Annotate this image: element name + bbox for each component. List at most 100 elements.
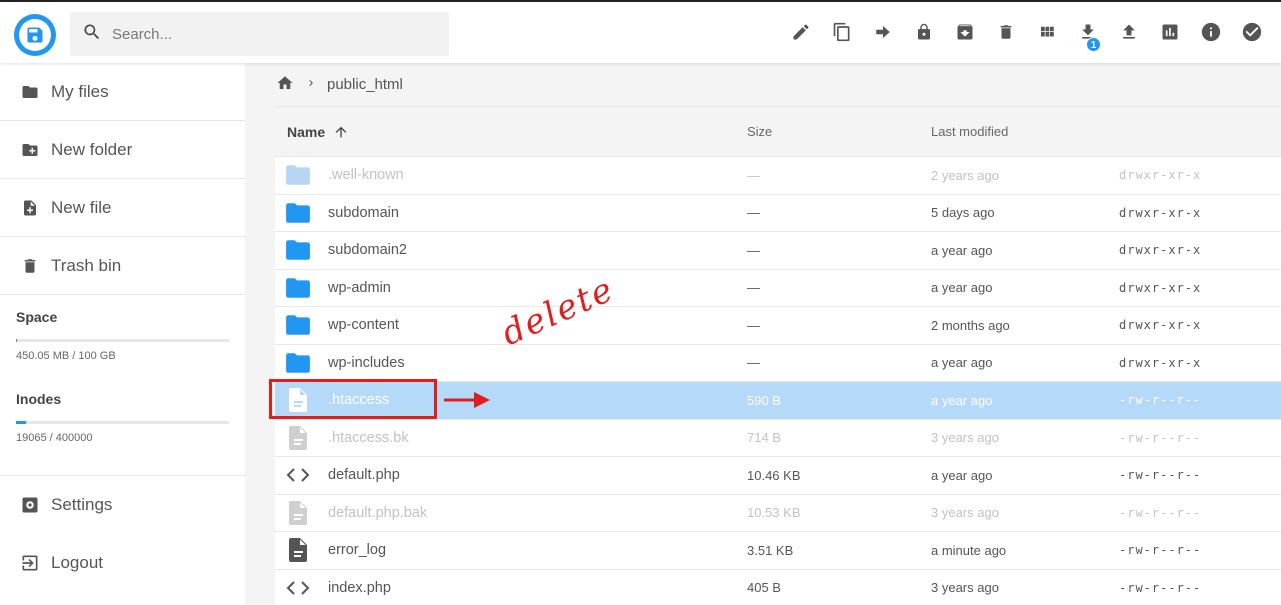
arrow-right-icon <box>874 23 892 46</box>
folder-icon <box>285 202 311 224</box>
file-permissions: drwxr-xr-x <box>1119 243 1202 258</box>
code-icon <box>285 577 311 599</box>
file-text-icon <box>285 538 311 563</box>
table-row[interactable]: wp-content — 2 months ago drwxr-xr-x <box>275 307 1281 345</box>
table-row[interactable]: error_log 3.51 KB a minute ago -rw-r--r-- <box>275 532 1281 570</box>
space-title: Space <box>16 309 58 325</box>
file-modified: 3 years ago <box>931 430 999 446</box>
inodes-text: 19065 / 400000 <box>16 432 93 444</box>
sidebar-item-settings[interactable]: Settings <box>0 476 245 534</box>
table-row[interactable]: index.php 405 B 3 years ago -rw-r--r-- <box>275 569 1281 605</box>
file-name-cell: default.php <box>275 464 747 486</box>
table-row[interactable]: .well-known — 2 years ago drwxr-xr-x <box>275 157 1281 195</box>
file-permissions: -rw-r--r-- <box>1119 543 1202 558</box>
file-size: 714 B <box>747 430 781 446</box>
sidebar-item-label: Settings <box>51 495 113 514</box>
sidebar-item-label: My files <box>51 81 109 101</box>
sidebar-item-logout[interactable]: Logout <box>0 534 245 592</box>
sidebar-item-label: Trash bin <box>51 255 122 275</box>
info-icon <box>1200 21 1222 48</box>
size-column-header[interactable]: Size <box>747 124 931 139</box>
select-button[interactable] <box>1237 20 1267 48</box>
file-name: subdomain <box>328 204 399 221</box>
table-row[interactable]: subdomain2 — a year ago drwxr-xr-x <box>275 232 1281 270</box>
info-button[interactable] <box>1196 20 1226 48</box>
file-name: .well-known <box>328 167 404 184</box>
upload-icon <box>1119 22 1139 47</box>
sidebar-item-my-files[interactable]: My files <box>0 63 245 121</box>
app-logo[interactable] <box>14 14 56 56</box>
table-row[interactable]: .htaccess 590 B a year ago -rw-r--r-- <box>275 382 1281 420</box>
file-name: wp-includes <box>328 354 405 371</box>
file-permissions: -rw-r--r-- <box>1119 468 1202 483</box>
move-button[interactable] <box>868 20 898 48</box>
file-permissions: -rw-r--r-- <box>1119 505 1202 520</box>
file-size: 10.53 KB <box>747 505 801 521</box>
file-icon <box>285 500 311 525</box>
table-header: Name Size Last modified <box>275 107 1281 157</box>
breadcrumb-current[interactable]: public_html <box>327 76 403 93</box>
file-permissions: drwxr-xr-x <box>1119 205 1202 220</box>
download-button[interactable]: 1 <box>1073 20 1103 52</box>
view-mode-button[interactable] <box>1032 20 1062 48</box>
sidebar-item-label: Logout <box>51 553 103 572</box>
archive-icon <box>955 22 975 47</box>
file-modified: 3 years ago <box>931 505 999 521</box>
sidebar-bottom: Settings Logout <box>0 475 245 592</box>
file-icon <box>285 425 311 450</box>
trash-icon <box>997 22 1015 47</box>
modified-column-header[interactable]: Last modified <box>931 124 1119 139</box>
download-count-badge: 1 <box>1086 37 1101 52</box>
file-modified: a year ago <box>931 467 993 483</box>
file-name: default.php <box>328 467 400 484</box>
file-name: subdomain2 <box>328 242 407 259</box>
folder-plus-icon <box>20 140 40 160</box>
file-size: 3.51 KB <box>747 542 794 558</box>
file-plus-icon <box>20 198 40 218</box>
space-text: 450.05 MB / 100 GB <box>16 350 116 362</box>
search-input[interactable] <box>112 25 432 43</box>
file-name: .htaccess <box>328 392 390 409</box>
usage-button[interactable] <box>1155 20 1185 48</box>
search-icon <box>82 22 102 47</box>
permissions-button[interactable] <box>909 20 939 48</box>
folder-icon <box>285 352 311 374</box>
file-icon <box>285 388 311 413</box>
file-name-cell: .htaccess <box>275 388 747 413</box>
home-icon[interactable] <box>275 74 295 96</box>
table-row[interactable]: wp-admin — a year ago drwxr-xr-x <box>275 269 1281 307</box>
file-browser: public_html Name Size Last modified .wel… <box>245 63 1281 605</box>
floppy-disk-icon <box>19 19 51 51</box>
upload-button[interactable] <box>1114 20 1144 48</box>
file-size: — <box>747 242 760 258</box>
name-column-header[interactable]: Name <box>275 124 747 140</box>
pencil-icon <box>791 22 811 47</box>
table-row[interactable]: subdomain — 5 days ago drwxr-xr-x <box>275 194 1281 232</box>
file-name-cell: subdomain <box>275 202 747 224</box>
delete-button[interactable] <box>991 20 1021 48</box>
table-row[interactable]: .htaccess.bk 714 B 3 years ago -rw-r--r-- <box>275 419 1281 457</box>
sidebar-item-trash-bin[interactable]: Trash bin <box>0 237 245 295</box>
sidebar-item-new-folder[interactable]: New folder <box>0 121 245 179</box>
table-row[interactable]: default.php.bak 10.53 KB 3 years ago -rw-r-… <box>275 494 1281 532</box>
copy-icon <box>832 21 852 48</box>
rename-button[interactable] <box>786 20 816 48</box>
file-name: default.php.bak <box>328 504 428 521</box>
file-size: — <box>747 355 760 371</box>
sidebar-item-new-file[interactable]: New file <box>0 179 245 237</box>
toolbar: 1 <box>775 20 1267 52</box>
file-size: — <box>747 317 760 333</box>
file-name: wp-admin <box>328 279 391 296</box>
folder-icon <box>285 314 311 336</box>
settings-icon <box>20 495 40 515</box>
search-bar[interactable] <box>70 12 449 56</box>
sidebar-item-label: New file <box>51 197 112 217</box>
file-permissions: -rw-r--r-- <box>1119 430 1202 445</box>
inodes-title: Inodes <box>16 391 62 407</box>
archive-button[interactable] <box>950 20 980 48</box>
table-row[interactable]: default.php 10.46 KB a year ago -rw-r--r-- <box>275 457 1281 495</box>
file-name: .htaccess.bk <box>328 429 409 446</box>
table-row[interactable]: wp-includes — a year ago drwxr-xr-x <box>275 344 1281 382</box>
check-circle-icon <box>1241 21 1263 48</box>
copy-button[interactable] <box>827 20 857 48</box>
